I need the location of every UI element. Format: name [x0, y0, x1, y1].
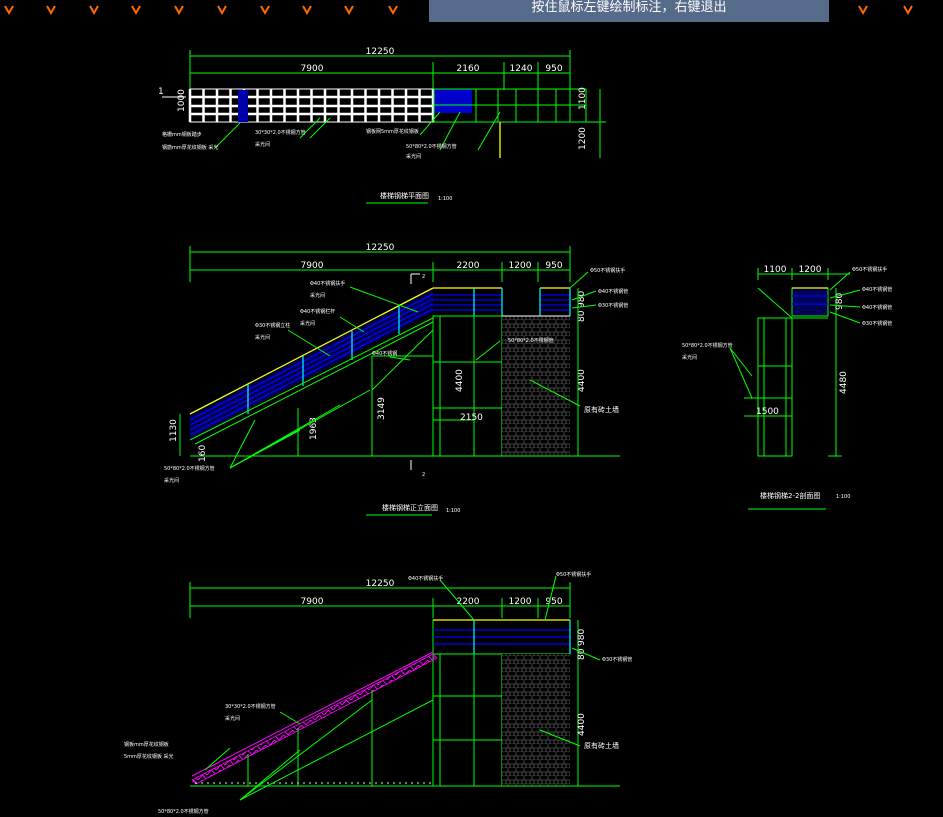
orange-marker-icon	[217, 0, 227, 16]
sec-dim-h: 4480	[839, 371, 849, 394]
elev-note-4: 采光间	[300, 320, 315, 327]
elev-note-5: Φ30不锈钢立柱	[255, 322, 290, 329]
elev-sec-mark-bottom: 2	[422, 472, 425, 478]
elev-dim-b: 2200	[457, 261, 480, 271]
sec-note-1: Φ50不锈钢扶手	[852, 266, 887, 273]
elev-note-12: 50*80*2.0不锈钢方管	[164, 465, 215, 472]
elev-note-14: 原有砖土墙	[584, 405, 619, 414]
elev2-note-1: Φ40不锈钢扶手	[408, 575, 443, 582]
plan-dim-left: 1000	[177, 89, 187, 112]
elev2-note-8: 50*80*2.0不锈钢方管	[158, 808, 209, 815]
elev-note-11: Φ30不锈钢管	[598, 302, 628, 309]
orange-marker-icon	[89, 0, 99, 16]
plan-dim-a: 7900	[301, 64, 324, 74]
sec-title: 楼梯钢梯2-2剖面图	[760, 491, 820, 500]
elev2-note-2: Φ50不锈钢扶手	[556, 571, 591, 578]
plan-dim-c: 1240	[510, 64, 533, 74]
plan-view: 12250 7900 2160 1240 950 1100 1200 1000 …	[158, 47, 606, 204]
plan-blue-block	[434, 89, 472, 113]
elev-note-2: 采光间	[310, 292, 325, 299]
orange-marker-icon	[344, 0, 354, 16]
elev-title: 楼梯钢梯正立面图	[382, 503, 438, 512]
orange-marker-icon	[174, 0, 184, 16]
elev-sec-mark-top: 2	[422, 274, 425, 280]
elev-note-8: 50*80*2.0不锈钢管	[508, 337, 554, 344]
elev-dim-w: 2150	[460, 413, 483, 423]
sec-scale: 1:100	[836, 494, 850, 500]
sec-note-5: 50*80*2.0不锈钢方管	[682, 342, 733, 349]
sec-dim-b: 1200	[799, 265, 822, 275]
plan-sec-mark: 1	[158, 87, 164, 97]
elev-dim-s: 160	[198, 445, 208, 462]
plan-note-3: 30*30*2.0不锈钢方管	[255, 129, 306, 136]
elev-dim-total: 12250	[366, 243, 395, 253]
orange-marker-icon	[46, 0, 56, 16]
elev-dim-h4: 4400	[455, 369, 465, 392]
elevation-view: 12250 7900 2200 1200 950 2 2 1130 1963 3…	[164, 243, 628, 516]
elev-note-10: Φ40不锈钢管	[598, 288, 628, 295]
plan-note-6: 50*80*2.0不锈钢方管	[406, 143, 457, 150]
elevation2-view: 12250 7900 2200 1200 950 980 80 4400 Φ40…	[124, 571, 632, 815]
elev-dim-h2: 1963	[309, 417, 319, 440]
plan-note-5: 钢板网5mm厚花纹钢板	[366, 128, 419, 135]
orange-marker-icon	[903, 0, 913, 16]
elev2-dim-total: 12250	[366, 579, 395, 589]
orange-marker-icon	[260, 0, 270, 16]
elev-note-13: 采光间	[164, 477, 179, 484]
sec-dim-a: 1100	[764, 265, 787, 275]
elev-note-1: Φ40不锈钢扶手	[310, 280, 345, 287]
sec-note-4: Φ30不锈钢管	[862, 320, 892, 327]
plan-dim-total: 12250	[366, 47, 395, 57]
orange-marker-icon	[858, 0, 868, 16]
plan-dim-b: 2160	[457, 64, 480, 74]
plan-dim-d: 950	[545, 64, 562, 74]
section-view: 1100 1200 4480 980 1500 Φ50不锈钢扶手 Φ40不锈钢管…	[682, 265, 892, 510]
orange-marker-icon	[388, 0, 398, 16]
elev2-dim-c: 1200	[509, 597, 532, 607]
elev2-dim-a: 7900	[301, 597, 324, 607]
elev-note-3: Φ40不锈钢栏杆	[300, 308, 335, 315]
plan-note-2: 钢筋mm厚花纹钢板 采光	[162, 144, 218, 151]
plan-note-4: 采光间	[255, 141, 270, 148]
elev-brick-wall	[502, 316, 570, 456]
elev-dim-a: 7900	[301, 261, 324, 271]
elev2-note-9: 原有砖土墙	[584, 741, 619, 750]
sec-note-6: 采光间	[682, 354, 697, 361]
sec-note-3: Φ40不锈钢管	[862, 304, 892, 311]
plan-note-1: 格栅mm钢板踏步	[162, 131, 202, 138]
elev-dim-c: 1200	[509, 261, 532, 271]
elev-note-6: 采光间	[255, 334, 270, 341]
plan-title: 楼梯钢梯平面图	[380, 191, 429, 200]
elev2-dim-d: 950	[545, 597, 562, 607]
plan-scale: 1:100	[438, 196, 452, 202]
orange-marker-icon	[302, 0, 312, 16]
sec-dim-w: 1500	[756, 407, 779, 417]
cad-drawing-canvas[interactable]: 12250 7900 2160 1240 950 1100 1200 1000 …	[0, 0, 943, 817]
sec-note-2: Φ40不锈钢管	[862, 286, 892, 293]
orange-marker-icon	[4, 0, 14, 16]
elev2-dim-b: 2200	[457, 597, 480, 607]
status-tooltip: 按住鼠标左键绘制标注，右键退出	[429, 0, 829, 22]
plan-dim-right2: 1200	[578, 127, 588, 150]
elev2-note-5: 采光间	[225, 715, 240, 722]
plan-dim-right1: 1100	[578, 87, 588, 110]
elev2-note-6: 钢板mm厚花纹钢板	[124, 741, 169, 748]
elev2-dim-h2: 980	[577, 629, 587, 646]
elev-note-7: Φ40不锈钢	[372, 350, 397, 357]
orange-marker-icon	[131, 0, 141, 16]
elev-dim-h1: 1130	[169, 419, 179, 442]
elev2-note-7: 5mm厚花纹钢板 采光	[124, 753, 174, 760]
elev-dim-d: 950	[545, 261, 562, 271]
elev2-dim-h3: 4400	[577, 713, 587, 736]
elev2-note-4: 30*30*2.0不锈钢方管	[225, 703, 276, 710]
elev-dim-h3: 3149	[377, 397, 387, 420]
elev2-note-3: Φ30不锈钢管	[602, 656, 632, 663]
elev-note-9: Φ50不锈钢扶手	[590, 267, 625, 274]
plan-note-7: 采光间	[406, 153, 421, 160]
elev-scale: 1:100	[446, 508, 460, 514]
plan-blue-strip	[238, 90, 248, 122]
elev2-brick-wall	[502, 654, 570, 786]
